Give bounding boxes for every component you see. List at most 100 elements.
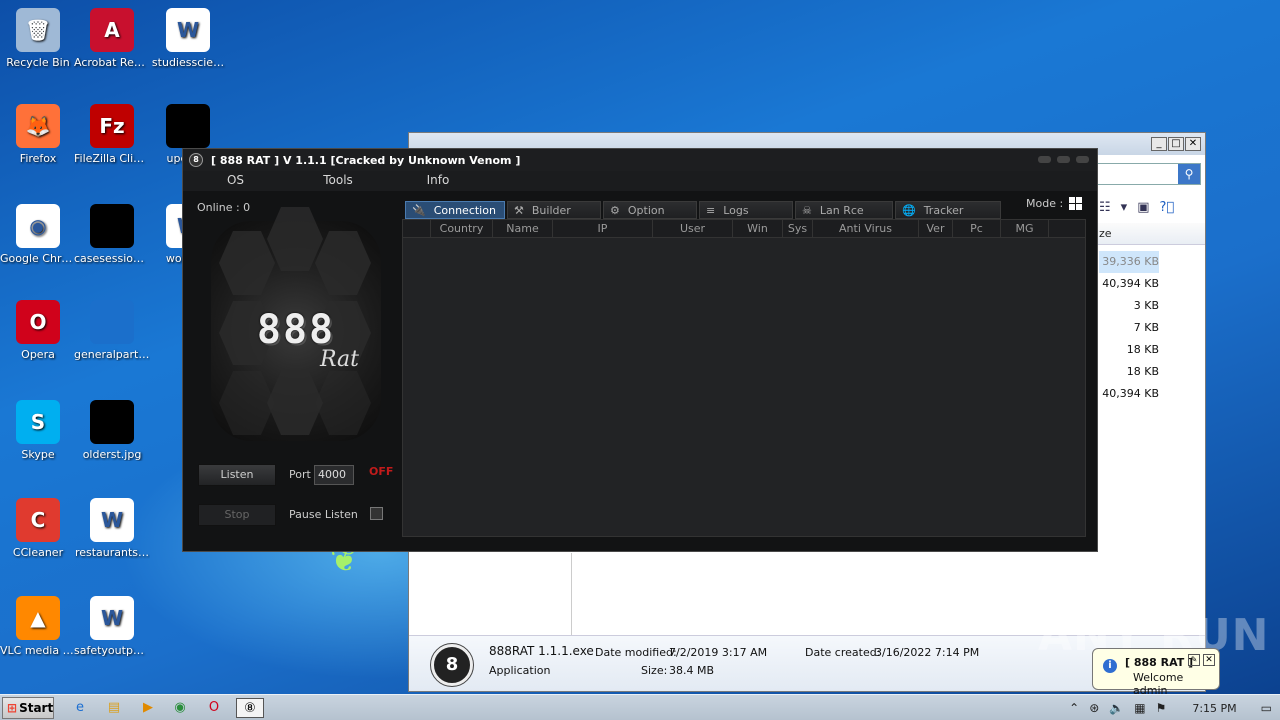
desktop-icon-label: CCleaner — [12, 546, 64, 559]
filezilla-icon: Fz — [90, 104, 134, 148]
size-cell[interactable]: 18 KB — [1099, 339, 1159, 361]
rat-tabs: 🔌 Connection ⚒ Builder ⚙ Option ≡ Logs ☠ Lan Rce 🌐… — [405, 201, 1005, 219]
desktop-icon[interactable]: C CCleaner — [0, 498, 76, 559]
port-input[interactable]: 4000 — [314, 465, 354, 485]
column-header-sys[interactable]: Sys — [783, 220, 813, 237]
tab-builder[interactable]: ⚒ Builder — [507, 201, 601, 219]
stop-button[interactable]: Stop — [198, 504, 276, 526]
tray-notification[interactable]: i [ 888 RAT ] ✎ ✕ Welcome admin — [1092, 648, 1220, 697]
network-icon[interactable]: ▦ — [1134, 701, 1145, 715]
volume-icon[interactable]: 🔈 — [1109, 701, 1124, 715]
menu-tools[interactable]: Tools — [288, 171, 388, 191]
ie-icon[interactable]: e — [68, 698, 92, 718]
clock[interactable]: 7:15 PM — [1192, 702, 1236, 715]
desktop-icon-label: Recycle Bin — [6, 56, 70, 69]
column-header-ip[interactable]: IP — [553, 220, 653, 237]
search-icon[interactable]: ⚲ — [1178, 164, 1200, 184]
size-cell[interactable]: 40,394 KB — [1099, 273, 1159, 295]
column-header-name[interactable]: Name — [493, 220, 553, 237]
desktop-icon[interactable]: 🦊 Firefox — [0, 104, 76, 165]
taskbar: ⊞ Start e ▤ ▶ ◉ O ⑧ ⌃ ⊛ 🔈 ▦ ⚑ 7:15 PM ▭ — [0, 694, 1280, 720]
column-header-user[interactable]: User — [653, 220, 733, 237]
desktop-icon[interactable]: ▲ VLC media player — [0, 596, 76, 657]
windows-logo-icon[interactable] — [1069, 197, 1083, 210]
size-cell[interactable]: 3 KB — [1099, 295, 1159, 317]
help-icon[interactable]: ?⃝ — [1159, 200, 1174, 215]
folder-icon[interactable]: ▤ — [102, 698, 126, 718]
desktop-icon-label: casesession… — [74, 252, 150, 265]
minimize-button[interactable]: _ — [1151, 137, 1167, 151]
show-hidden-icons[interactable]: ⌃ — [1069, 701, 1079, 715]
minimize-button[interactable] — [1038, 156, 1051, 163]
desktop-icon-label: Skype — [21, 448, 55, 461]
rat-titlebar[interactable]: 8 [ 888 RAT ] V 1.1.1 [Cracked by Unknow… — [183, 149, 1097, 171]
rat-taskbar-icon[interactable]: ⑧ — [236, 698, 264, 718]
media-player-icon[interactable]: ▶ — [136, 698, 160, 718]
size-cell[interactable]: 40,394 KB — [1099, 383, 1159, 405]
desktop-icon[interactable]: generalparti… — [74, 300, 150, 361]
close-icon[interactable]: ✕ — [1203, 654, 1215, 666]
tab-option[interactable]: ⚙ Option — [603, 201, 697, 219]
close-button[interactable] — [1076, 156, 1089, 163]
opera-icon[interactable]: O — [202, 698, 226, 718]
chevron-down-icon[interactable]: ▾ — [1121, 200, 1128, 215]
desktop-icon[interactable]: S Skype — [0, 400, 76, 461]
column-header-pc[interactable]: Pc — [953, 220, 1001, 237]
column-header-mg[interactable]: MG — [1001, 220, 1049, 237]
tab-label: Option — [627, 203, 665, 217]
maximize-button[interactable] — [1057, 156, 1070, 163]
tab-lan-rce[interactable]: ☠ Lan Rce — [795, 201, 893, 219]
pause-listen-checkbox[interactable] — [370, 507, 383, 520]
desktop-icon[interactable]: Fz FileZilla Client — [74, 104, 150, 165]
skype-icon: S — [16, 400, 60, 444]
desktop-icon[interactable]: olderst.jpg — [74, 400, 150, 461]
menu-info[interactable]: Info — [388, 171, 488, 191]
tab-logs[interactable]: ≡ Logs — [699, 201, 793, 219]
column-header-anti-virus[interactable]: Anti Virus — [813, 220, 919, 237]
view-options-icon[interactable]: ☷ — [1099, 200, 1111, 215]
listen-button[interactable]: Listen — [198, 464, 276, 486]
desktop-icon[interactable]: Wstudiesscie… — [150, 8, 226, 69]
notification-pin-icon[interactable]: ✎ — [1188, 654, 1200, 666]
desktop-icon-label: studiesscie… — [151, 56, 225, 69]
desktop-icon-label: Opera — [21, 348, 55, 361]
mode-label: Mode : — [1026, 197, 1064, 210]
size-column-header[interactable]: ze — [1095, 223, 1205, 245]
desktop-icon-label: safetyoutpu… — [74, 644, 150, 657]
desktop-icon[interactable]: Wrestaurants… — [74, 498, 150, 559]
explorer-toolbar: ☷ ▾ ▣ ?⃝ — [1099, 195, 1205, 219]
chrome-icon[interactable]: ◉ — [168, 698, 192, 718]
desktop-icon[interactable]: ◉ Google Chrome — [0, 204, 76, 265]
desktop-icon[interactable]: 🗑 Recycle Bin — [0, 8, 76, 69]
tab-label: Lan Rce — [819, 203, 864, 217]
maximize-button[interactable]: □ — [1168, 137, 1184, 151]
column-header-ver[interactable]: Ver — [919, 220, 953, 237]
start-button[interactable]: ⊞ Start — [2, 697, 54, 719]
rat-tray-icon[interactable]: ⊛ — [1089, 701, 1099, 715]
desktop-icon[interactable]: casesession… — [74, 204, 150, 265]
port-label: Port — [289, 468, 311, 481]
tab-tracker[interactable]: 🌐 Tracker — [895, 201, 1001, 219]
desktop-icon[interactable]: Wsafetyoutpu… — [74, 596, 150, 657]
size-list: 39,336 KB 40,394 KB 3 KB 7 KB 18 KB 18 KB 40,3… — [1099, 251, 1159, 405]
column-header-win[interactable]: Win — [733, 220, 783, 237]
close-button[interactable]: ✕ — [1185, 137, 1201, 151]
skull-icon: ☠ — [802, 203, 812, 217]
desktop-icon[interactable]: A Acrobat Reader DC — [74, 8, 150, 69]
rat-logo: 888 Rat — [211, 207, 381, 441]
preview-pane-icon[interactable]: ▣ — [1137, 200, 1149, 215]
chrome-icon: ◉ — [16, 204, 60, 248]
size-cell[interactable]: 39,336 KB — [1099, 251, 1159, 273]
menu-os[interactable]: OS — [183, 171, 288, 191]
show-desktop-icon[interactable]: ▭ — [1261, 701, 1272, 715]
tab-connection[interactable]: 🔌 Connection — [405, 201, 505, 219]
explorer-search-input[interactable]: ⚲ — [1089, 163, 1201, 185]
connection-grid[interactable]: Country Name IP User Win Sys Anti Virus Ver Pc MG — [402, 219, 1086, 537]
size-cell[interactable]: 7 KB — [1099, 317, 1159, 339]
column-header-country[interactable]: Country — [431, 220, 493, 237]
action-center-icon[interactable]: ⚑ — [1156, 701, 1167, 715]
size-cell[interactable]: 18 KB — [1099, 361, 1159, 383]
desktop-icon[interactable]: O Opera — [0, 300, 76, 361]
word-doc-icon: W — [166, 8, 210, 52]
rat-window[interactable]: 8 [ 888 RAT ] V 1.1.1 [Cracked by Unknow… — [182, 148, 1098, 552]
